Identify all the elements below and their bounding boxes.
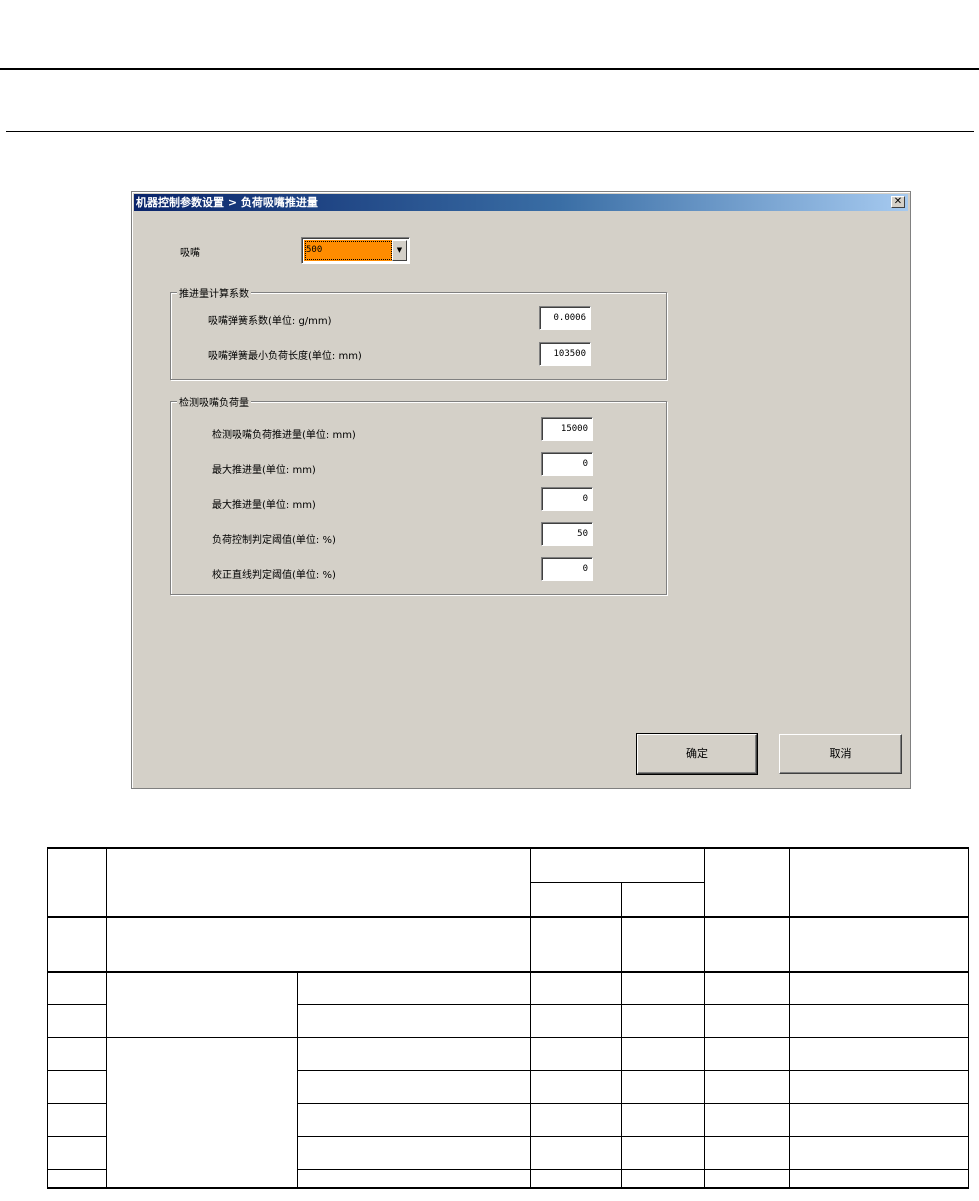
cancel-button[interactable]: 取消 <box>779 734 902 774</box>
table-col-divider <box>621 882 622 1187</box>
nozzle-select[interactable]: 500 ▼ <box>301 237 410 264</box>
settings-dialog: 机器控制参数设置 > 负荷吸嘴推进量 ✕ 吸嘴 500 ▼ 推进量计算系数 吸嘴… <box>131 191 911 789</box>
dropdown-arrow-icon[interactable]: ▼ <box>392 240 407 261</box>
max-push-field-1[interactable]: 0 <box>541 452 593 476</box>
max-push-field-2[interactable]: 0 <box>541 487 593 511</box>
table-row-divider <box>297 1070 968 1071</box>
line-correction-threshold-label: 校正直线判定阈值(单位: %) <box>212 570 336 581</box>
table-row-divider <box>297 1169 968 1170</box>
spring-coefficient-label: 吸嘴弹簧系数(单位: g/mm) <box>208 316 332 327</box>
close-button[interactable]: ✕ <box>891 196 905 208</box>
header-rule <box>6 131 974 132</box>
close-icon: ✕ <box>893 196 903 207</box>
table-row-divider <box>48 971 968 973</box>
spring-coefficient-field[interactable]: 0.0006 <box>539 306 591 330</box>
table-row-divider <box>297 1136 968 1137</box>
table-row-divider <box>297 1004 968 1005</box>
table-row-divider <box>48 1037 968 1038</box>
dialog-title: 机器控制参数设置 > 负荷吸嘴推进量 <box>136 196 318 209</box>
table-row-divider <box>48 1103 107 1104</box>
group-calc-title: 推进量计算系数 <box>177 285 251 300</box>
max-push-label-2: 最大推进量(单位: mm) <box>212 500 316 511</box>
table-row-divider <box>48 1004 107 1005</box>
line-correction-threshold-field[interactable]: 0 <box>541 557 593 581</box>
nozzle-select-value[interactable]: 500 <box>304 240 393 261</box>
top-rule <box>0 68 979 70</box>
load-control-threshold-field[interactable]: 50 <box>541 522 593 546</box>
spring-min-length-label: 吸嘴弹簧最小负荷长度(单位: mm) <box>208 351 362 362</box>
table-row-divider <box>48 916 968 918</box>
group-calc-coefficients: 推进量计算系数 <box>170 285 667 380</box>
table-row-divider <box>48 1070 107 1071</box>
ok-button[interactable]: 确定 <box>636 733 758 775</box>
detect-push-label: 检测吸嘴负荷推进量(单位: mm) <box>212 430 356 441</box>
group-detect-title: 检测吸嘴负荷量 <box>177 394 251 409</box>
dialog-titlebar[interactable]: 机器控制参数设置 > 负荷吸嘴推进量 ✕ <box>134 194 908 211</box>
spring-min-length-field[interactable]: 103500 <box>539 342 591 366</box>
table-row-divider <box>530 882 704 883</box>
load-control-threshold-label: 负荷控制判定阈值(单位: %) <box>212 535 336 546</box>
parameter-table <box>47 847 969 1189</box>
table-row-divider <box>48 1169 107 1170</box>
detect-push-field[interactable]: 15000 <box>541 417 593 441</box>
nozzle-label: 吸嘴 <box>180 248 200 259</box>
max-push-label-1: 最大推进量(单位: mm) <box>212 465 316 476</box>
table-row-divider <box>297 1103 968 1104</box>
table-row-divider <box>48 1136 107 1137</box>
